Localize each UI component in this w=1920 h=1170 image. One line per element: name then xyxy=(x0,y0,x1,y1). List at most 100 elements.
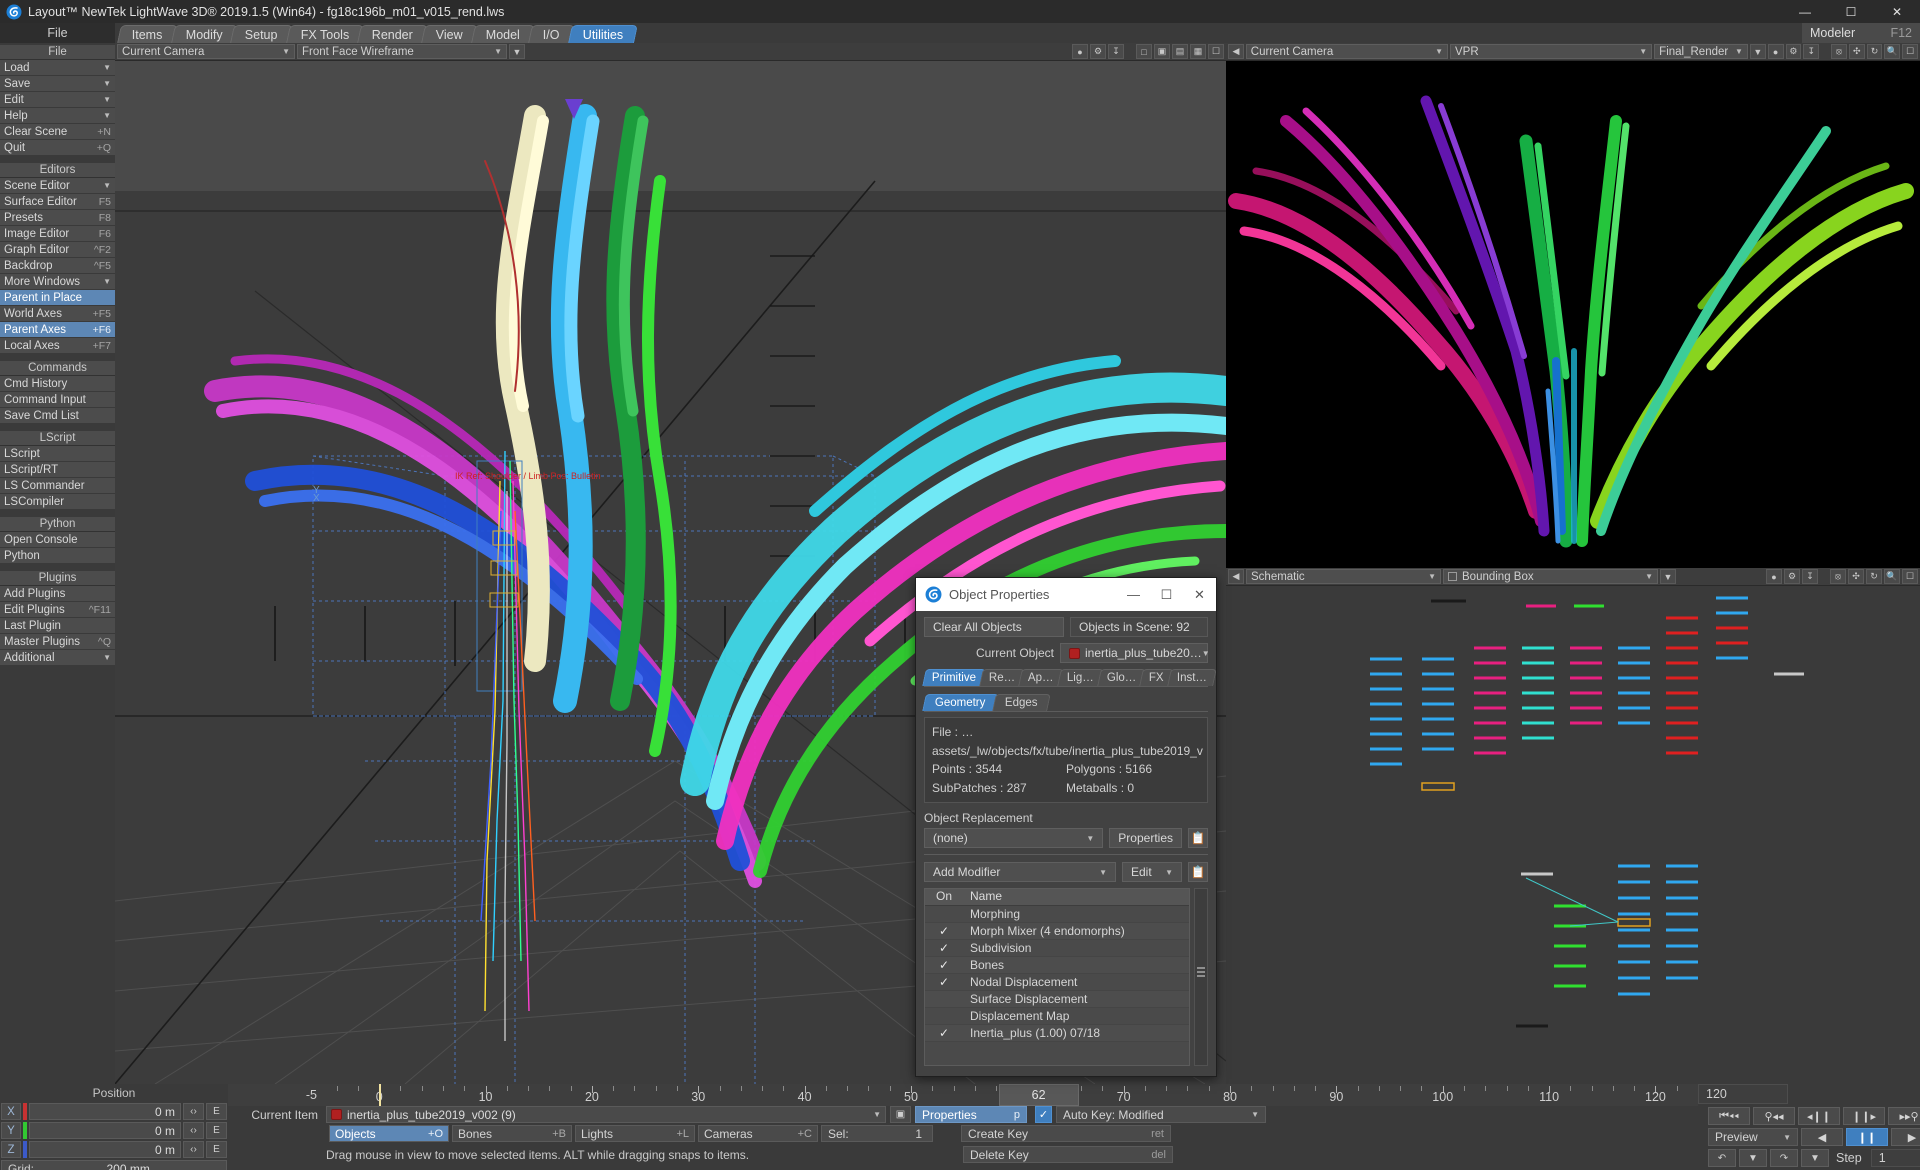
sidebar-item-last-plugin[interactable]: Last Plugin xyxy=(0,618,115,634)
play-backward-button[interactable]: ◀ xyxy=(1801,1128,1843,1146)
modifier-enabled-checkmark[interactable]: ✓ xyxy=(925,941,963,955)
object-replacement-properties-button[interactable]: Properties xyxy=(1109,828,1182,849)
axis-toggle-z[interactable]: Z xyxy=(1,1141,21,1158)
select-mode-cameras[interactable]: Cameras +C xyxy=(698,1125,818,1142)
tab-utilities[interactable]: Utilities xyxy=(568,25,639,43)
item-properties-button[interactable]: Properties p xyxy=(915,1106,1027,1123)
play-forward-button[interactable]: ▶ xyxy=(1891,1128,1920,1146)
rotate-icon[interactable]: ↻ xyxy=(1866,44,1883,59)
zoom-icon[interactable]: 🔍 xyxy=(1884,44,1901,59)
step-back-button[interactable]: ◂❙❙ xyxy=(1798,1107,1840,1125)
sidebar-item-python[interactable]: Python xyxy=(0,548,115,564)
modifier-enabled-checkmark[interactable]: ✓ xyxy=(925,1026,963,1040)
delete-key-button[interactable]: Delete Key del xyxy=(963,1146,1173,1163)
current-item-select[interactable]: inertia_plus_tube2019_v002 (9) ▼ xyxy=(326,1106,886,1123)
gear-icon[interactable]: ⚙ xyxy=(1784,569,1800,584)
sidebar-item-load[interactable]: Load ▼ xyxy=(0,60,115,76)
chevron-down-icon[interactable]: ▼ xyxy=(1660,569,1676,584)
current-object-select[interactable]: inertia_plus_tube20… ▼ xyxy=(1060,643,1210,663)
tab-view[interactable]: View xyxy=(421,25,479,43)
modifier-list-scrollbar[interactable] xyxy=(1194,888,1208,1067)
axis-envelope-icon[interactable]: E xyxy=(206,1122,227,1139)
axis-nudge-icon[interactable]: ‹› xyxy=(183,1141,204,1158)
schematic-canvas[interactable] xyxy=(1226,586,1920,1084)
maximize-viewport-icon[interactable]: ☐ xyxy=(1208,44,1224,59)
chevron-left-icon[interactable]: ◀ xyxy=(1228,569,1244,584)
vpr-mode-select[interactable]: VPR ▼ xyxy=(1449,44,1653,59)
autokey-select[interactable]: Auto Key: Modified ▼ xyxy=(1056,1106,1266,1123)
layout-2-icon[interactable]: ▤ xyxy=(1172,44,1188,59)
object-properties-dialog[interactable]: Object Properties — ☐ ✕ Clear All Object… xyxy=(915,577,1217,1077)
export-icon[interactable]: ↧ xyxy=(1802,569,1818,584)
sidebar-item-save-cmd-list[interactable]: Save Cmd List xyxy=(0,408,115,424)
move-icon[interactable]: ✣ xyxy=(1848,44,1865,59)
center-icon[interactable]: ⦻ xyxy=(1830,569,1846,584)
skip-to-start-button[interactable]: ⏮◂◂ xyxy=(1708,1107,1750,1125)
modifier-row[interactable]: ✓ Bones xyxy=(925,957,1189,975)
modifier-edit-button[interactable]: Edit ▼ xyxy=(1122,862,1182,883)
modifier-row[interactable]: Surface Displacement xyxy=(925,991,1189,1009)
sidebar-item-master-plugins[interactable]: Master Plugins ^Q xyxy=(0,634,115,650)
move-icon[interactable]: ✣ xyxy=(1848,569,1864,584)
axis-toggle-y[interactable]: Y xyxy=(1,1122,21,1139)
camera-icon[interactable]: ● xyxy=(1766,569,1782,584)
export-icon[interactable]: ↧ xyxy=(1108,44,1124,59)
sidebar-item-surface-editor[interactable]: Surface Editor F5 xyxy=(0,194,115,210)
vpr-camera-select[interactable]: Current Camera ▼ xyxy=(1245,44,1448,59)
redo-menu-icon[interactable]: ▼ xyxy=(1801,1149,1829,1167)
sidebar-item-edit[interactable]: Edit ▼ xyxy=(0,92,115,108)
undo-menu-icon[interactable]: ▼ xyxy=(1739,1149,1767,1167)
clipboard-icon[interactable]: 📋 xyxy=(1188,828,1208,849)
current-frame-indicator[interactable]: 62 xyxy=(998,1084,1079,1106)
tab-items[interactable]: Items xyxy=(117,25,178,43)
modifier-enabled-checkmark[interactable]: ✓ xyxy=(925,958,963,972)
autokey-checkbox[interactable]: ✓ xyxy=(1035,1106,1052,1123)
schematic-view-select[interactable]: Schematic ▼ xyxy=(1246,569,1441,584)
maximize-viewport-icon[interactable]: ☐ xyxy=(1902,44,1918,59)
tab-render[interactable]: Render xyxy=(357,25,429,43)
maximize-button[interactable]: ☐ xyxy=(1828,0,1874,23)
dialog-maximize-button[interactable]: ☐ xyxy=(1150,578,1183,611)
modifier-enabled-checkmark[interactable]: ✓ xyxy=(925,975,963,989)
object-tab-0[interactable]: Primitive xyxy=(922,669,986,686)
sidebar-item-local-axes[interactable]: Local Axes +F7 xyxy=(0,338,115,354)
sidebar-item-more-windows[interactable]: More Windows ▼ xyxy=(0,274,115,290)
item-picker-icon[interactable]: ▣ xyxy=(890,1106,911,1123)
sidebar-item-clear-scene[interactable]: Clear Scene +N xyxy=(0,124,115,140)
dialog-minimize-button[interactable]: — xyxy=(1117,578,1150,611)
vpr-render-select[interactable]: Final_Render ▼ xyxy=(1654,44,1748,59)
vpr-render-canvas[interactable] xyxy=(1226,61,1920,568)
clipboard-icon[interactable]: 📋 xyxy=(1188,862,1208,883)
preview-select[interactable]: Preview ▼ xyxy=(1708,1128,1798,1146)
dialog-close-button[interactable]: ✕ xyxy=(1183,578,1216,611)
prev-key-button[interactable]: ⚲◂◂ xyxy=(1753,1107,1795,1125)
object-subtab-geometry[interactable]: Geometry xyxy=(922,694,999,711)
next-key-button[interactable]: ▸▸⚲ xyxy=(1888,1107,1920,1125)
sidebar-item-world-axes[interactable]: World Axes +F5 xyxy=(0,306,115,322)
sidebar-item-cmd-history[interactable]: Cmd History xyxy=(0,376,115,392)
gear-icon[interactable]: ⚙ xyxy=(1090,44,1106,59)
sidebar-item-additional[interactable]: Additional ▼ xyxy=(0,650,115,666)
schematic-shading-select[interactable]: Bounding Box ▼ xyxy=(1443,569,1658,584)
undo-icon[interactable]: ↶ xyxy=(1708,1149,1736,1167)
modifier-list[interactable]: On Name Morphing ✓ Morph Mixer (4 endomorp… xyxy=(924,888,1190,1067)
step-field[interactable]: 1 xyxy=(1870,1149,1920,1167)
axis-nudge-icon[interactable]: ‹› xyxy=(183,1122,204,1139)
chevron-left-icon[interactable]: ◀ xyxy=(1228,44,1244,59)
sidebar-item-save[interactable]: Save ▼ xyxy=(0,76,115,92)
export-icon[interactable]: ↧ xyxy=(1803,44,1820,59)
tab-model[interactable]: Model xyxy=(471,25,536,43)
select-mode-bones[interactable]: Bones +B xyxy=(452,1125,572,1142)
select-mode-lights[interactable]: Lights +L xyxy=(575,1125,695,1142)
modifier-row[interactable]: Morphing xyxy=(925,906,1189,924)
maximize-viewport-icon[interactable]: ☐ xyxy=(1902,569,1918,584)
sidebar-item-lscript[interactable]: LScript xyxy=(0,446,115,462)
gear-icon[interactable]: ⚙ xyxy=(1785,44,1802,59)
tab-fx-tools[interactable]: FX Tools xyxy=(286,25,365,43)
close-button[interactable]: ✕ xyxy=(1874,0,1920,23)
zoom-icon[interactable]: 🔍 xyxy=(1884,569,1900,584)
modifier-enabled-checkmark[interactable]: ✓ xyxy=(925,924,963,938)
frame-start-field[interactable]: -5 xyxy=(228,1084,326,1106)
axis-value-z[interactable]: 0 m xyxy=(29,1141,181,1158)
modifier-row[interactable]: ✓ Nodal Displacement xyxy=(925,974,1189,992)
